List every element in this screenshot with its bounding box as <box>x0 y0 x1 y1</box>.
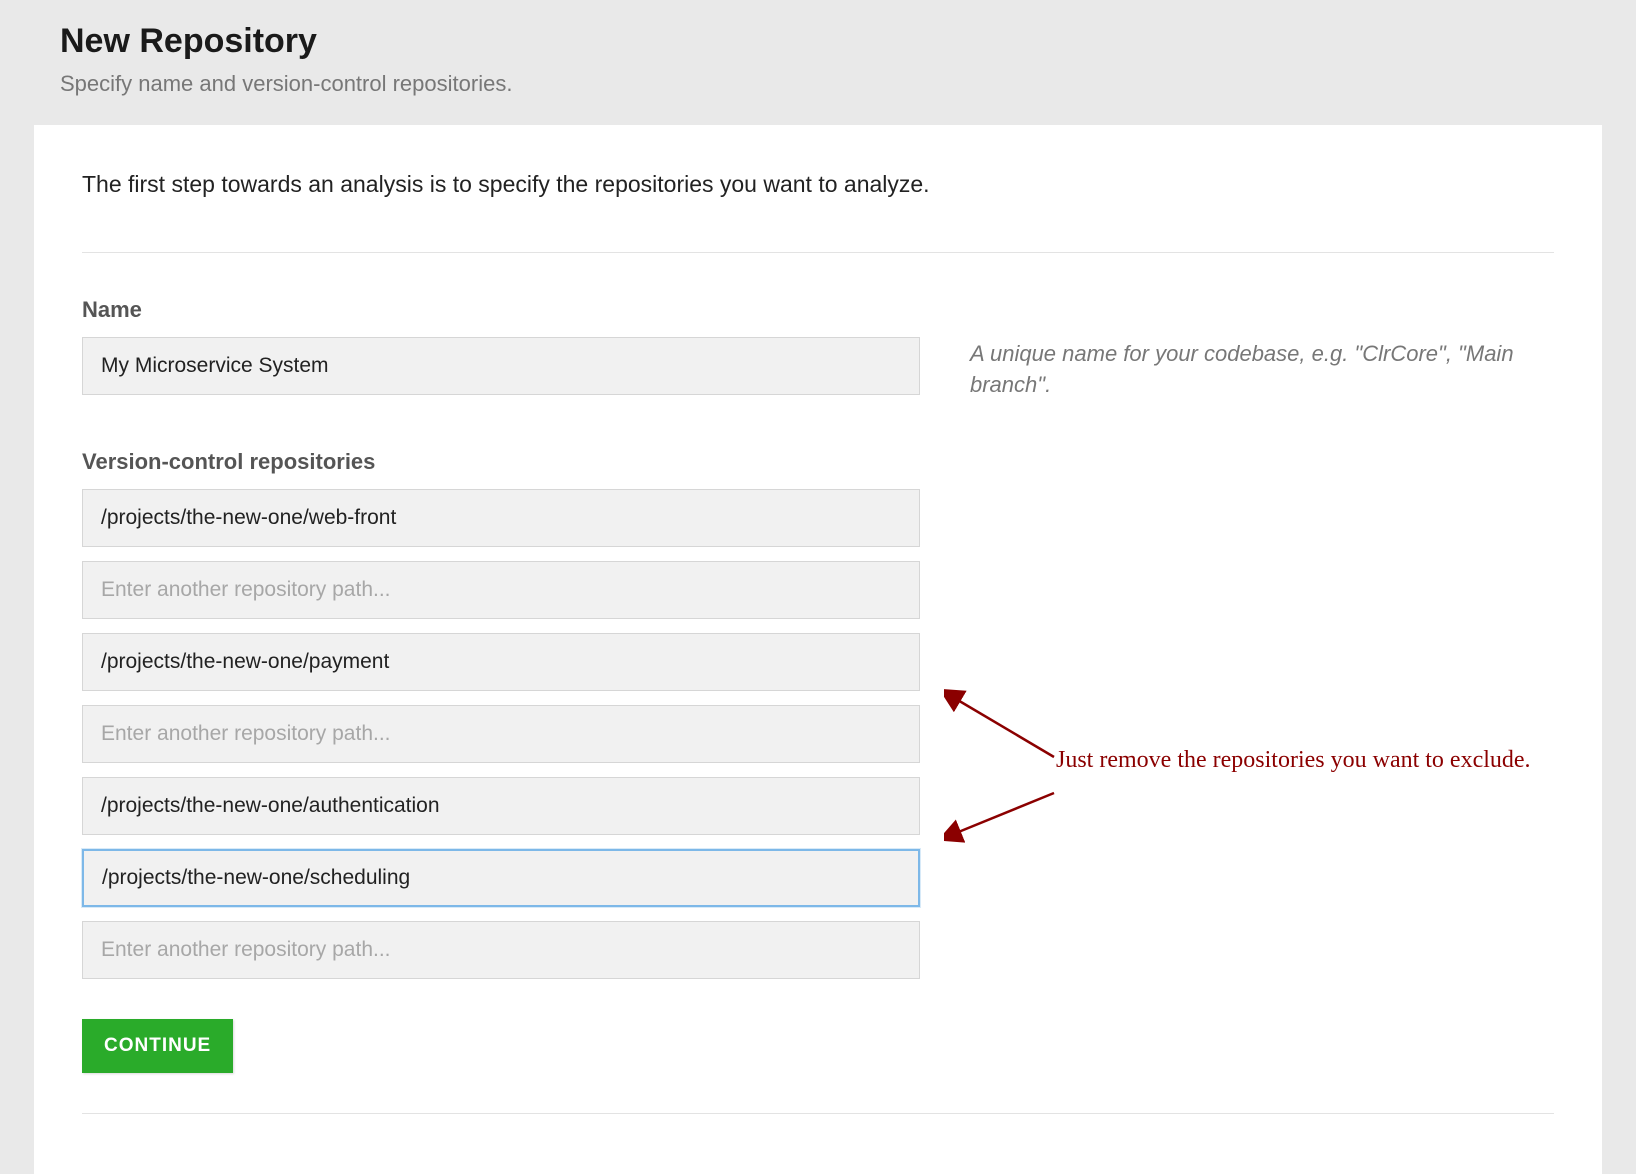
repo-path-input[interactable] <box>82 921 920 979</box>
repo-path-input[interactable] <box>82 705 920 763</box>
divider <box>82 252 1554 253</box>
repos-label: Version-control repositories <box>82 449 1554 475</box>
repo-path-input[interactable] <box>82 777 920 835</box>
repos-section: Version-control repositories <box>82 449 1554 979</box>
page-header: New Repository Specify name and version-… <box>0 0 1636 125</box>
intro-text: The first step towards an analysis is to… <box>82 171 1554 198</box>
annotation-text: Just remove the repositories you want to… <box>1056 743 1576 778</box>
content-card: The first step towards an analysis is to… <box>34 125 1602 1174</box>
page-subtitle: Specify name and version-control reposit… <box>60 71 1576 97</box>
repo-path-input[interactable] <box>82 489 920 547</box>
name-helper: A unique name for your codebase, e.g. "C… <box>970 339 1554 401</box>
name-label: Name <box>82 297 920 323</box>
divider-bottom <box>82 1113 1554 1114</box>
repo-path-input[interactable] <box>82 561 920 619</box>
repo-path-input[interactable] <box>82 849 920 907</box>
page-title: New Repository <box>60 22 1576 61</box>
repo-inputs <box>82 489 920 979</box>
name-row: Name A unique name for your codebase, e.… <box>82 297 1554 401</box>
name-input[interactable] <box>82 337 920 395</box>
continue-button[interactable]: CONTINUE <box>82 1019 233 1073</box>
repo-path-input[interactable] <box>82 633 920 691</box>
